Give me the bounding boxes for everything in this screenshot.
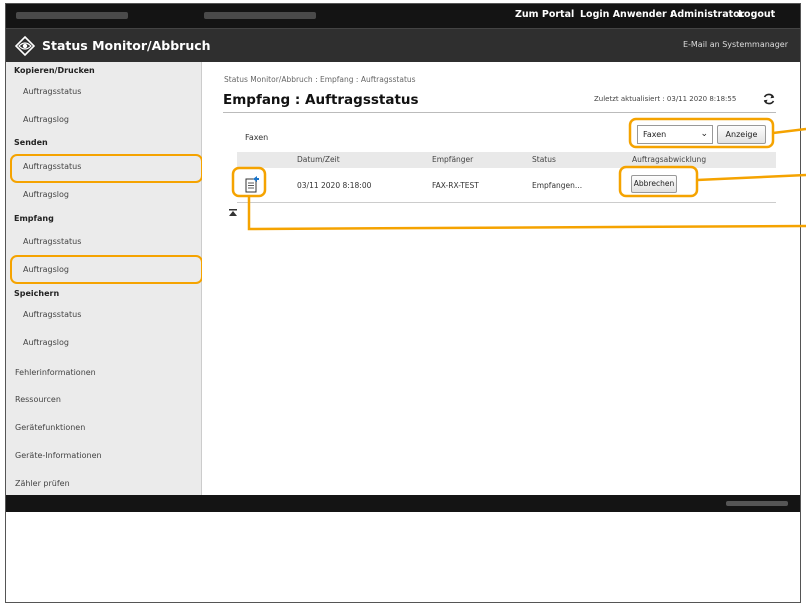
sidebar-item-device-functions[interactable]: Gerätefunktionen (15, 423, 85, 432)
sidebar-heading-copy-print: Kopieren/Drucken (14, 66, 95, 75)
highlight-send-job-status (10, 154, 203, 183)
last-update-text: Zuletzt aktualisiert : 03/11 2020 8:18:5… (594, 95, 737, 103)
browser-page: Zum Portal Login Anwender : Administrato… (5, 3, 801, 603)
login-user-name: Administrator (670, 9, 745, 20)
sidebar-item-store-job-status[interactable]: Auftragsstatus (23, 310, 81, 319)
sidebar-item-receive-job-status[interactable]: Auftragsstatus (23, 237, 81, 246)
logout-link[interactable]: Logout (738, 9, 775, 20)
title-divider (223, 112, 776, 113)
cell-recipient: FAX-RX-TEST (432, 181, 479, 190)
title-bar: Status Monitor/Abbruch E-Mail an Systemm… (6, 28, 800, 62)
job-details-icon[interactable] (245, 176, 259, 193)
sidebar-item-copy-job-status[interactable]: Auftragsstatus (23, 87, 81, 96)
status-monitor-logo-icon (15, 36, 35, 56)
sidebar-item-device-info[interactable]: Geräte-Informationen (15, 451, 102, 460)
app-title: Status Monitor/Abbruch (42, 38, 211, 53)
portal-link[interactable]: Zum Portal (515, 9, 574, 20)
copyright-blurred (726, 501, 788, 506)
page-title: Empfang : Auftragsstatus (223, 92, 419, 108)
sidebar-item-send-job-log[interactable]: Auftragslog (23, 190, 69, 199)
chevron-down-icon: ⌄ (700, 129, 708, 139)
column-header-job-handling: Auftragsabwicklung (632, 155, 707, 164)
sidebar-item-copy-job-log[interactable]: Auftragslog (23, 115, 69, 124)
mail-sysadmin-link[interactable]: E-Mail an Systemmanager (683, 40, 788, 49)
column-header-datetime: Datum/Zeit (297, 155, 340, 164)
footer-bar (6, 495, 800, 512)
top-bar: Zum Portal Login Anwender : Administrato… (6, 4, 800, 28)
sidebar-item-resources[interactable]: Ressourcen (15, 395, 61, 404)
sidebar-heading-store: Speichern (14, 289, 60, 298)
sidebar-heading-receive: Empfang (14, 214, 54, 223)
sidebar: Kopieren/Drucken Auftragsstatus Auftrags… (6, 62, 203, 495)
job-type-select[interactable]: Faxen ⌄ (637, 125, 713, 144)
refresh-icon[interactable] (762, 92, 776, 106)
main-content: Status Monitor/Abbruch : Empfang : Auftr… (202, 62, 800, 495)
device-address-blurred (204, 12, 316, 19)
cancel-job-button[interactable]: Abbrechen (631, 175, 677, 193)
sidebar-heading-send: Senden (14, 138, 48, 147)
sidebar-item-error-info[interactable]: Fehlerinformationen (15, 368, 96, 377)
sidebar-item-store-job-log[interactable]: Auftragslog (23, 338, 69, 347)
filter-label: Faxen (245, 133, 269, 142)
device-name-blurred (16, 12, 128, 19)
job-type-select-value: Faxen (643, 130, 667, 139)
login-user-label: Login Anwender : (580, 9, 674, 20)
column-header-status: Status (532, 155, 556, 164)
cell-datetime: 03/11 2020 8:18:00 (297, 181, 372, 190)
table-row-divider (237, 202, 776, 203)
display-button[interactable]: Anzeige (717, 125, 766, 144)
column-header-recipient: Empfänger (432, 155, 474, 164)
highlight-receive-job-status (10, 255, 203, 284)
back-to-top-icon[interactable] (229, 209, 237, 217)
cell-status: Empfangen... (532, 181, 583, 190)
sidebar-item-check-counter[interactable]: Zähler prüfen (15, 479, 70, 488)
breadcrumb: Status Monitor/Abbruch : Empfang : Auftr… (224, 75, 416, 84)
